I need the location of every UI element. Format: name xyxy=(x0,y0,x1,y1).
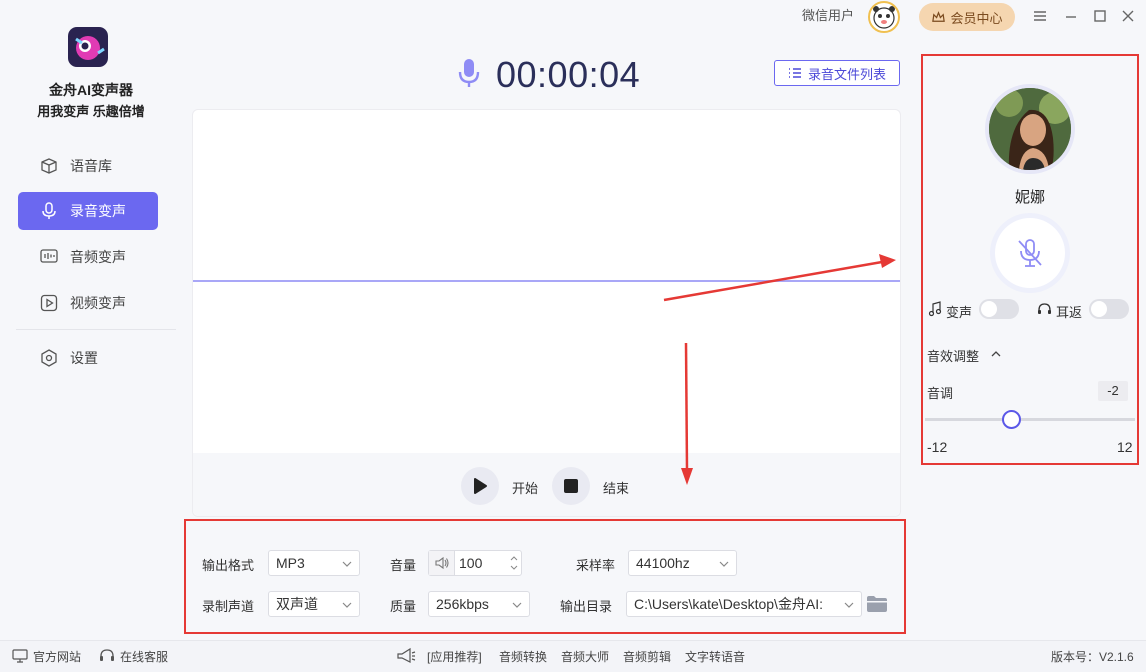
voice-change-label: 变声 xyxy=(946,305,973,320)
waveform-line xyxy=(193,280,900,282)
output-dir-select[interactable]: C:\Users\kate\Desktop\金舟AI: xyxy=(626,591,862,617)
start-button[interactable] xyxy=(461,467,499,505)
gear-icon xyxy=(41,349,57,367)
chevron-down-icon xyxy=(844,602,854,608)
footer-link-audio-edit[interactable]: 音频剪辑 xyxy=(623,648,671,665)
voice-change-toggle[interactable] xyxy=(979,299,1019,319)
vip-center-button[interactable]: 会员中心 xyxy=(919,3,1015,31)
megaphone-icon xyxy=(397,647,416,663)
chevron-down-icon xyxy=(512,602,522,608)
quality-value: 256kbps xyxy=(436,596,489,612)
sidebar-item-label: 录音变声 xyxy=(70,203,126,219)
menu-icon[interactable] xyxy=(1032,8,1048,24)
file-list-label: 录音文件列表 xyxy=(807,66,886,82)
pitch-slider-track[interactable] xyxy=(925,418,1135,421)
sidebar-item-voice-library[interactable]: 语音库 xyxy=(18,147,158,185)
volume-label: 音量 xyxy=(390,558,417,573)
footer-link-audio-convert[interactable]: 音频转换 xyxy=(499,648,547,665)
play-icon xyxy=(474,478,487,494)
monitor-icon xyxy=(12,649,28,663)
sample-rate-select[interactable]: 44100hz xyxy=(628,550,737,576)
output-format-label: 输出格式 xyxy=(202,558,255,573)
mic-toggle-button[interactable] xyxy=(995,218,1065,288)
close-icon[interactable] xyxy=(1120,8,1136,24)
vip-center-label: 会员中心 xyxy=(950,10,1003,26)
pitch-label: 音调 xyxy=(927,386,954,401)
avatar[interactable] xyxy=(868,1,900,33)
sidebar-item-label: 音频变声 xyxy=(70,249,126,265)
sidebar-item-video-voice[interactable]: 视频变声 xyxy=(18,284,158,322)
folder-icon[interactable] xyxy=(866,594,888,614)
minimize-icon[interactable] xyxy=(1063,8,1079,24)
pitch-slider-thumb[interactable] xyxy=(1002,410,1021,429)
quality-label: 质量 xyxy=(390,599,417,614)
sidebar-item-label: 语音库 xyxy=(70,158,112,174)
headphones-icon xyxy=(1038,303,1051,314)
pitch-value: -2 xyxy=(1098,381,1128,401)
crown-icon xyxy=(932,10,946,22)
app-slogan: 用我变声 乐趣倍增 xyxy=(37,104,145,119)
channel-value: 双声道 xyxy=(276,596,318,612)
effects-adjust-label[interactable]: 音效调整 xyxy=(927,346,979,365)
chevron-down-icon xyxy=(719,561,729,567)
voice-avatar[interactable] xyxy=(985,84,1075,174)
stop-icon xyxy=(564,479,578,493)
sidebar-item-label: 视频变声 xyxy=(70,295,126,311)
list-icon xyxy=(788,68,801,78)
sample-rate-label: 采样率 xyxy=(576,558,616,573)
recording-mic-icon xyxy=(458,59,480,87)
footer-link-audio-master[interactable]: 音频大师 xyxy=(561,648,609,665)
music-note-icon xyxy=(928,301,942,317)
pitch-max-label: 12 xyxy=(1117,439,1133,455)
mic-icon xyxy=(42,202,56,219)
maximize-icon[interactable] xyxy=(1092,8,1108,24)
user-name: 微信用户 xyxy=(802,8,855,23)
chevron-up-icon[interactable] xyxy=(990,349,1002,359)
channel-label: 录制声道 xyxy=(202,599,255,614)
chevron-down-icon xyxy=(342,602,352,608)
output-dir-label: 输出目录 xyxy=(560,599,613,614)
monitor-label: 耳返 xyxy=(1056,305,1083,320)
footer-link-text-to-speech[interactable]: 文字转语音 xyxy=(685,648,745,665)
headset-icon xyxy=(100,649,114,661)
official-website-link[interactable]: 官方网站 xyxy=(33,648,81,665)
play-icon xyxy=(40,294,58,312)
app-name: 金舟AI变声器 xyxy=(49,82,133,98)
stop-button[interactable] xyxy=(552,467,590,505)
sidebar: 金舟AI变声器 用我变声 乐趣倍增 语音库 录音变声 音频变声 视频变声 设置 xyxy=(0,0,182,640)
start-label: 开始 xyxy=(512,481,539,496)
app-recommend-label: [应用推荐] xyxy=(427,650,482,664)
pitch-min-label: -12 xyxy=(927,439,948,455)
volume-stepper[interactable]: 100 xyxy=(428,550,522,576)
recording-timer: 00:00:04 xyxy=(496,54,641,95)
chevron-down-icon xyxy=(342,561,352,567)
output-format-value: MP3 xyxy=(276,555,305,571)
voice-name: 妮娜 xyxy=(1014,189,1045,206)
sidebar-item-audio-voice[interactable]: 音频变声 xyxy=(18,238,158,276)
speaker-icon xyxy=(429,551,455,575)
sidebar-item-label: 设置 xyxy=(70,350,98,366)
sidebar-divider xyxy=(16,329,176,330)
stop-label: 结束 xyxy=(603,481,630,496)
output-dir-value: C:\Users\kate\Desktop\金舟AI: xyxy=(634,596,824,612)
voice-avatar-image xyxy=(989,88,1071,170)
audio-wave-icon xyxy=(40,249,58,263)
quality-select[interactable]: 256kbps xyxy=(428,591,530,617)
volume-value: 100 xyxy=(459,555,483,571)
mic-off-icon xyxy=(1018,239,1042,267)
monitor-toggle[interactable] xyxy=(1089,299,1129,319)
output-format-select[interactable]: MP3 xyxy=(268,550,360,576)
sidebar-item-settings[interactable]: 设置 xyxy=(18,339,158,377)
sample-rate-value: 44100hz xyxy=(636,555,690,571)
record-controls-bar xyxy=(193,453,900,516)
cube-icon xyxy=(41,158,57,174)
app-logo-icon xyxy=(68,27,108,67)
sidebar-item-record-voice[interactable]: 录音变声 xyxy=(18,192,158,230)
version-label: 版本号：V2.1.6 xyxy=(1051,650,1134,664)
channel-select[interactable]: 双声道 xyxy=(268,591,360,617)
stepper-arrows-icon[interactable] xyxy=(510,554,518,572)
online-support-link[interactable]: 在线客服 xyxy=(120,648,168,665)
recording-file-list-button[interactable]: 录音文件列表 xyxy=(774,60,900,86)
